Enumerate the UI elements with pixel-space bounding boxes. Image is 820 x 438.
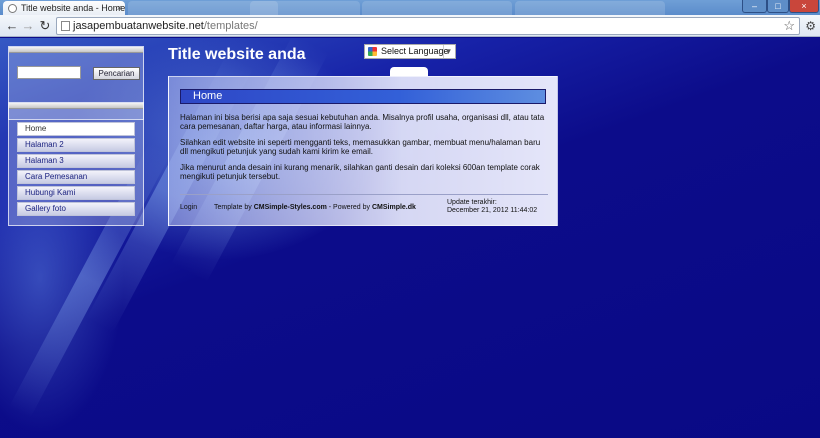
language-select[interactable]: Select Language ▼ (364, 44, 456, 59)
content-box: Home Halaman ini bisa berisi apa saja se… (168, 76, 558, 226)
forward-icon[interactable]: → (20, 18, 36, 34)
star-icon[interactable]: ☆ (783, 18, 795, 34)
address-bar[interactable]: jasapembuatanwebsite.net/templates/ ☆ (56, 17, 800, 35)
powered-site-link[interactable]: CMSimple.dk (372, 204, 416, 211)
browser-toolbar: ← → ↻ jasapembuatanwebsite.net/templates… (0, 15, 820, 37)
tab-title: Title website anda - Home (21, 3, 125, 13)
browser-tab-ghost[interactable] (362, 1, 512, 15)
panel-bar (9, 47, 143, 53)
language-select-label: Select Language (381, 46, 449, 56)
navigation-panel: Home Halaman 2 Halaman 3 Cara Pemesanan … (8, 102, 144, 226)
minimize-button[interactable]: – (742, 0, 767, 13)
content-paragraph: Jika menurut anda desain ini kurang mena… (180, 163, 540, 181)
google-icon (368, 47, 377, 56)
page-icon (61, 21, 70, 31)
last-update: Update terakhir: December 21, 2012 11:44… (447, 199, 537, 215)
url-text: jasapembuatanwebsite.net/templates/ (73, 20, 258, 32)
wrench-icon[interactable]: ⚙ (805, 19, 816, 33)
close-tab-icon[interactable]: × (117, 1, 122, 15)
menu-item-cara-pemesanan[interactable]: Cara Pemesanan (17, 170, 135, 184)
window-close-button[interactable]: × (789, 0, 819, 13)
template-site-link[interactable]: CMSimple-Styles.com (254, 204, 327, 211)
translate-widget (390, 67, 428, 76)
site-title: Title website anda (168, 46, 306, 63)
content-paragraph: Silahkan edit website ini seperti mengga… (180, 138, 541, 156)
menu-item-home[interactable]: Home (17, 122, 135, 136)
globe-icon (8, 4, 17, 13)
chevron-down-icon: ▼ (443, 45, 453, 58)
update-date: December 21, 2012 11:44:02 (447, 207, 538, 214)
footer-divider (180, 194, 548, 195)
footer-credit: Template by CMSimple-Styles.com - Powere… (214, 204, 416, 211)
tab-strip: Title website anda - Home × – □ × (0, 0, 820, 15)
search-button[interactable]: Pencarian (93, 67, 140, 80)
page-viewport: Pencarian Home Halaman 2 Halaman 3 Cara … (0, 38, 820, 438)
reload-icon[interactable]: ↻ (37, 18, 53, 34)
main-menu: Home Halaman 2 Halaman 3 Cara Pemesanan … (17, 122, 135, 218)
content-body: Halaman ini bisa berisi apa saja sesuai … (180, 113, 550, 188)
back-icon[interactable]: ← (4, 18, 20, 34)
maximize-button[interactable]: □ (767, 0, 789, 13)
browser-tab-ghost[interactable] (250, 1, 360, 15)
menu-item-halaman-3[interactable]: Halaman 3 (17, 154, 135, 168)
login-link[interactable]: Login (180, 204, 197, 211)
browser-tab-ghost[interactable] (515, 1, 665, 15)
update-label: Update terakhir: (447, 199, 497, 206)
menu-item-halaman-2[interactable]: Halaman 2 (17, 138, 135, 152)
search-input[interactable] (17, 66, 81, 79)
content-paragraph: Halaman ini bisa berisi apa saja sesuai … (180, 113, 545, 131)
panel-bar (9, 103, 143, 109)
menu-item-hubungi-kami[interactable]: Hubungi Kami (17, 186, 135, 200)
page-heading: Home (180, 89, 546, 104)
browser-tab[interactable]: Title website anda - Home × (3, 1, 125, 15)
menu-item-gallery-foto[interactable]: Gallery foto (17, 202, 135, 216)
